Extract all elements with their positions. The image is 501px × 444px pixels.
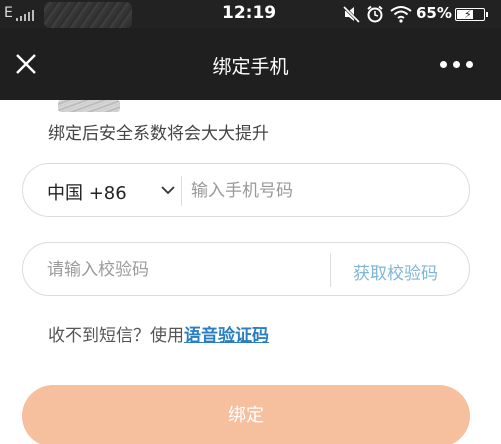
bind-button[interactable]: 绑定 <box>22 385 470 444</box>
mute-icon <box>342 5 361 23</box>
divider <box>330 253 331 287</box>
page-title: 绑定手机 <box>212 56 289 78</box>
help-text: 收不到短信？使用 <box>48 326 184 346</box>
country-code-selector[interactable]: 中国 +86 <box>47 179 127 205</box>
signal-icon <box>16 10 34 21</box>
divider <box>181 176 182 206</box>
status-bar: E 12:19 65% ⚡ <box>0 0 501 28</box>
subtitle-text: 绑定后安全系数将会大大提升 <box>48 124 269 144</box>
more-icon[interactable] <box>440 52 480 76</box>
help-line: 收不到短信？使用语音验证码 <box>48 321 269 346</box>
clock-time: 12:19 <box>222 3 277 23</box>
verification-code-input[interactable] <box>47 253 317 287</box>
chevron-down-icon[interactable] <box>159 181 177 199</box>
phone-field: 中国 +86 <box>22 163 470 217</box>
wifi-icon <box>390 6 412 23</box>
charging-icon: ⚡ <box>464 8 472 21</box>
redacted-scribble <box>58 100 120 112</box>
alarm-icon <box>367 5 383 23</box>
phone-number-input[interactable] <box>191 174 451 208</box>
battery-percent: 65% <box>416 4 452 22</box>
app-screen: E 12:19 65% ⚡ 绑定手机 绑定后安全系数将会大大提升 中国 +86 … <box>0 0 501 444</box>
carrier-label: E <box>4 5 13 21</box>
battery-icon: ⚡ <box>455 8 488 21</box>
get-code-button[interactable]: 获取校验码 <box>353 259 438 284</box>
nav-bar: 绑定手机 <box>0 28 501 100</box>
redacted-area <box>44 2 132 28</box>
verification-code-field: 获取校验码 <box>22 242 470 296</box>
voice-code-link[interactable]: 语音验证码 <box>184 326 269 346</box>
